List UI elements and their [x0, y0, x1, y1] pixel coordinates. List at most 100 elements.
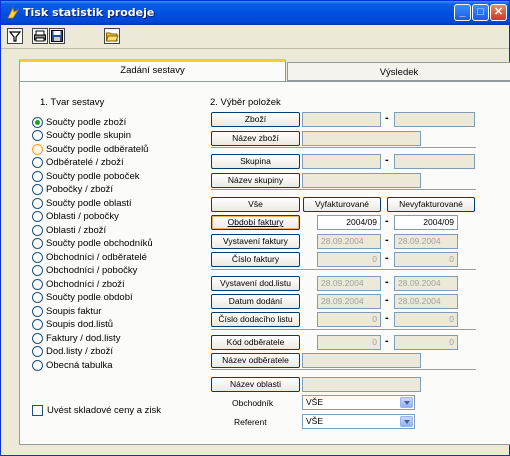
nazev-skupiny-button[interactable]: Název skupiny	[211, 173, 300, 188]
skupina-button[interactable]: Skupina	[211, 154, 300, 169]
cislo-dodaciho-listu-button[interactable]: Číslo dodacího listu	[211, 312, 300, 327]
zbozi-to-field[interactable]	[394, 112, 475, 127]
obdobi-from-field[interactable]: 2004/09	[317, 215, 381, 230]
report-shape-option[interactable]: Odběratelé / zboží	[32, 157, 124, 169]
report-shape-option[interactable]: Součty podle obchodníků	[32, 238, 153, 250]
radio-button[interactable]	[32, 278, 43, 290]
open-icon[interactable]	[104, 28, 120, 44]
report-shape-option[interactable]: Obecná tabulka	[32, 359, 113, 371]
tab-zadani-sestavy[interactable]: Zadání sestavy	[19, 59, 286, 81]
print-icon[interactable]	[32, 28, 48, 44]
report-shape-option[interactable]: Soupis dod.listů	[32, 319, 113, 331]
referent-select[interactable]: VŠE	[302, 414, 415, 429]
report-shape-option[interactable]: Soupis faktur	[32, 305, 101, 317]
radio-label: Faktury / dod.listy	[46, 332, 121, 344]
skupina-to-field[interactable]	[394, 154, 475, 169]
report-shape-option[interactable]: Součty podle oblastí	[32, 197, 132, 209]
title-bar[interactable]: Tisk statistik prodeje _ □ ✕	[1, 1, 509, 25]
radio-button[interactable]	[32, 292, 43, 303]
nevyfakturovane-button[interactable]: Nevyfakturované	[387, 197, 475, 212]
nazev-zbozi-button[interactable]: Název zboží	[211, 131, 300, 146]
nazev-zbozi-field[interactable]	[302, 131, 421, 146]
nazev-oblasti-button[interactable]: Název oblasti	[211, 377, 300, 392]
cislo-dl-from-field[interactable]: 0	[317, 312, 381, 327]
cislo-faktury-to-field[interactable]: 0	[394, 252, 458, 267]
report-shape-option[interactable]: Součty podle období	[32, 292, 133, 304]
cislo-dl-to-field[interactable]: 0	[394, 312, 458, 327]
vystaveni-faktury-button[interactable]: Vystavení faktury	[211, 234, 300, 249]
radio-label: Obchodníci / zboží	[46, 278, 125, 290]
datum-dodani-to-field[interactable]: 28.09.2004	[394, 294, 458, 309]
minimize-button[interactable]: _	[454, 4, 471, 21]
vystaveni-dod-to-field[interactable]: 28.09.2004	[394, 276, 458, 291]
radio-button[interactable]	[32, 143, 43, 155]
report-shape-option[interactable]: Součty podle skupin	[32, 130, 131, 142]
nazev-odberatele-field[interactable]	[302, 353, 421, 368]
report-shape-option[interactable]: Součty podle poboček	[32, 170, 139, 182]
radio-label: Odběratelé / zboží	[46, 157, 124, 168]
close-button[interactable]: ✕	[490, 4, 507, 21]
range-dash: -	[385, 252, 389, 264]
nazev-odberatele-button[interactable]: Název odběratele	[211, 353, 300, 368]
radio-button[interactable]	[32, 319, 43, 330]
radio-button[interactable]	[32, 346, 43, 357]
vystaveni-from-field[interactable]: 28.09.2004	[317, 234, 381, 249]
separator	[211, 147, 476, 149]
vyfakturovane-button[interactable]: Vyfakturované	[303, 197, 381, 212]
radio-button[interactable]	[32, 305, 43, 317]
save-icon[interactable]	[49, 28, 65, 44]
radio-button[interactable]	[32, 224, 43, 236]
radio-button[interactable]	[32, 251, 43, 263]
obchodnik-select[interactable]: VŠE	[302, 395, 415, 410]
vystaveni-dodlistu-button[interactable]: Vystavení dod.listu	[211, 276, 300, 291]
chevron-down-icon[interactable]	[400, 397, 413, 408]
skladove-ceny-checkbox[interactable]: Uvést skladové ceny a zisk	[32, 405, 161, 416]
report-shape-option[interactable]: Obchodníci / zboží	[32, 278, 125, 290]
datum-dodani-button[interactable]: Datum dodání	[211, 294, 300, 309]
kod-odberatele-button[interactable]: Kód odběratele	[211, 335, 300, 350]
obdobi-to-field[interactable]: 2004/09	[394, 215, 458, 230]
report-shape-option[interactable]: Obchodníci / odběratelé	[32, 251, 147, 263]
chevron-down-icon[interactable]	[400, 416, 413, 427]
radio-button[interactable]	[32, 157, 43, 168]
kod-from-field[interactable]: 0	[317, 335, 381, 350]
report-shape-option[interactable]: Oblasti / pobočky	[32, 211, 119, 223]
tab-vysledek[interactable]: Výsledek	[287, 62, 510, 81]
zbozi-button[interactable]: Zboží	[211, 112, 300, 127]
report-shape-option[interactable]: Součty podle zboží	[32, 116, 126, 128]
radio-button[interactable]	[32, 116, 43, 128]
nazev-oblasti-field[interactable]	[302, 377, 421, 392]
cislo-faktury-button[interactable]: Číslo faktury	[211, 252, 300, 267]
radio-button[interactable]	[32, 170, 43, 182]
checkbox-box[interactable]	[32, 405, 43, 416]
vystaveni-to-field[interactable]: 28.09.2004	[394, 234, 458, 249]
skupina-from-field[interactable]	[302, 154, 381, 169]
radio-button[interactable]	[32, 359, 43, 371]
obdobi-faktury-button[interactable]: Období faktury	[211, 215, 300, 230]
radio-button[interactable]	[32, 130, 43, 141]
report-shape-option[interactable]: Součty podle odběratelů	[32, 143, 148, 155]
radio-button[interactable]	[32, 332, 43, 344]
datum-dodani-from-field[interactable]: 28.09.2004	[317, 294, 381, 309]
radio-button[interactable]	[32, 211, 43, 222]
radio-button[interactable]	[32, 197, 43, 209]
radio-button[interactable]	[32, 238, 43, 249]
report-shape-option[interactable]: Dod.listy / zboží	[32, 346, 113, 358]
nazev-skupiny-field[interactable]	[302, 173, 421, 188]
cislo-faktury-from-field[interactable]: 0	[317, 252, 381, 267]
report-shape-option[interactable]: Obchodníci / pobočky	[32, 265, 137, 277]
report-shape-option[interactable]: Pobočky / zboží	[32, 184, 113, 196]
radio-button[interactable]	[32, 184, 43, 195]
kod-to-field[interactable]: 0	[394, 335, 458, 350]
radio-label: Součty podle odběratelů	[46, 143, 149, 155]
report-shape-option[interactable]: Oblasti / zboží	[32, 224, 106, 236]
vse-button[interactable]: Vše	[211, 197, 300, 212]
maximize-button[interactable]: □	[472, 4, 489, 21]
zbozi-from-field[interactable]	[302, 112, 381, 127]
radio-label: Součty podle obchodníků	[46, 238, 153, 249]
radio-button[interactable]	[32, 265, 43, 276]
section1-label: 1. Tvar sestavy	[40, 97, 105, 108]
vystaveni-dod-from-field[interactable]: 28.09.2004	[317, 276, 381, 291]
filter-icon[interactable]	[7, 28, 23, 44]
report-shape-option[interactable]: Faktury / dod.listy	[32, 332, 120, 344]
